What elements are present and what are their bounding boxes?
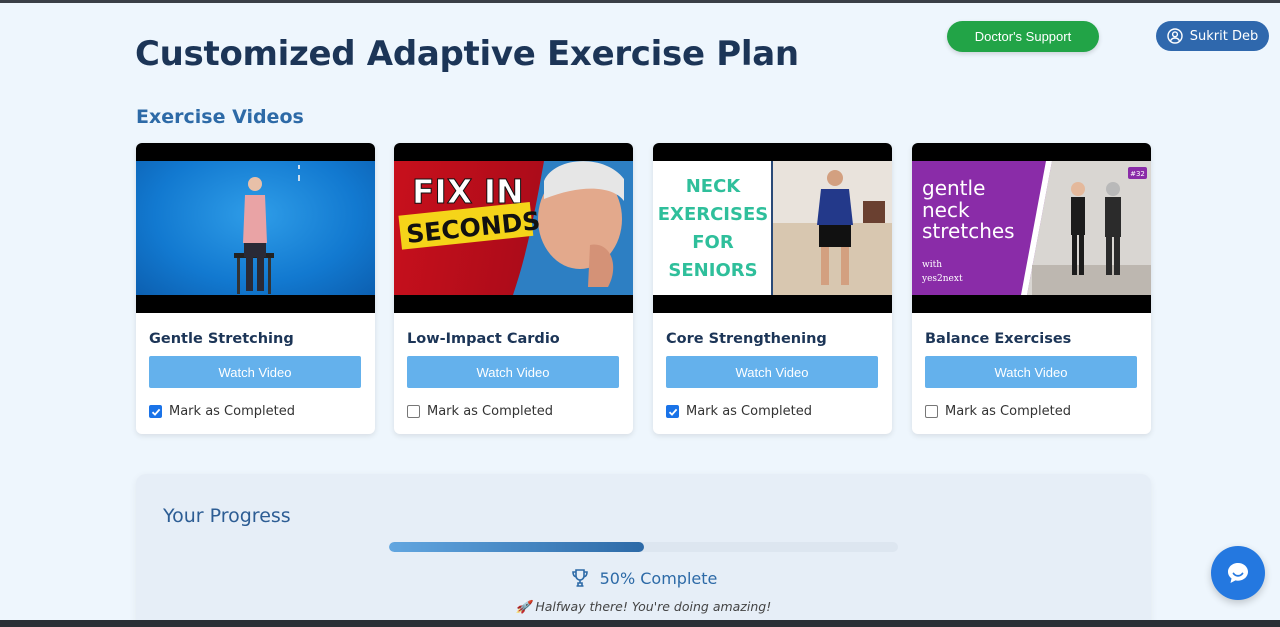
thumb-text-seconds: SECONDS: [405, 206, 542, 249]
svg-text:yes2next: yes2next: [921, 274, 963, 284]
video-thumbnail[interactable]: NECK EXERCISES FOR SENIORS: [653, 143, 892, 313]
svg-text:stretches: stretches: [922, 219, 1015, 243]
checkbox-checked-icon[interactable]: [666, 405, 679, 418]
svg-text:EXERCISES: EXERCISES: [658, 204, 768, 225]
user-name: Sukrit Deb: [1189, 28, 1259, 44]
video-thumbnail[interactable]: FIX IN SECONDS: [394, 143, 633, 313]
chat-bubble-icon: [1228, 563, 1248, 583]
video-thumbnail[interactable]: #32 gentle neck stretches with yes2next: [912, 143, 1151, 313]
svg-text:SENIORS: SENIORS: [668, 260, 757, 281]
doctor-support-button[interactable]: Doctor's Support: [947, 21, 1099, 52]
watch-video-button[interactable]: Watch Video: [407, 356, 619, 388]
checkbox-checked-icon[interactable]: [149, 405, 162, 418]
video-title: Gentle Stretching: [149, 331, 294, 347]
svg-text:FOR: FOR: [692, 232, 734, 253]
page-title: Customized Adaptive Exercise Plan: [135, 34, 799, 74]
video-title: Core Strengthening: [666, 331, 827, 347]
progress-bar-fill: [389, 542, 644, 552]
progress-message: 🚀 Halfway there! You're doing amazing!: [136, 599, 1151, 615]
progress-panel: Your Progress 50% Complete 🚀 Halfway the…: [136, 474, 1151, 627]
user-profile-button[interactable]: Sukrit Deb: [1156, 21, 1269, 51]
mark-completed-checkbox[interactable]: Mark as Completed: [149, 404, 295, 419]
trophy-icon: [571, 569, 588, 587]
video-card-balance-exercises: #32 gentle neck stretches with yes2next …: [912, 143, 1151, 434]
chat-button[interactable]: [1211, 546, 1265, 600]
mark-completed-label: Mark as Completed: [686, 404, 812, 419]
mark-completed-checkbox[interactable]: Mark as Completed: [925, 404, 1071, 419]
mark-completed-checkbox[interactable]: Mark as Completed: [407, 404, 553, 419]
mark-completed-checkbox[interactable]: Mark as Completed: [666, 404, 812, 419]
user-circle-icon: [1167, 28, 1183, 44]
rocket-icon: 🚀: [515, 599, 532, 614]
video-card-gentle-stretching: Gentle Stretching Watch Video Mark as Co…: [136, 143, 375, 434]
thumb-badge: #32: [1130, 170, 1145, 178]
svg-text:NECK: NECK: [686, 176, 742, 197]
progress-percent-row: 50% Complete: [136, 568, 1151, 588]
progress-bar: [389, 542, 898, 552]
exercise-videos-heading: Exercise Videos: [136, 106, 304, 128]
video-title: Low-Impact Cardio: [407, 331, 560, 347]
progress-title: Your Progress: [163, 505, 291, 527]
checkbox-unchecked-icon[interactable]: [407, 405, 420, 418]
svg-text:with: with: [922, 260, 942, 270]
progress-message-text: Halfway there! You're doing amazing!: [535, 599, 772, 614]
video-card-core-strengthening: NECK EXERCISES FOR SENIORS Core Strength…: [653, 143, 892, 434]
mark-completed-label: Mark as Completed: [169, 404, 295, 419]
video-thumbnail[interactable]: [136, 143, 375, 313]
mark-completed-label: Mark as Completed: [427, 404, 553, 419]
watch-video-button[interactable]: Watch Video: [666, 356, 878, 388]
window-top-bar: [0, 0, 1280, 3]
mark-completed-label: Mark as Completed: [945, 404, 1071, 419]
checkbox-unchecked-icon[interactable]: [925, 405, 938, 418]
progress-percent-label: 50% Complete: [599, 568, 718, 588]
svg-text:gentle: gentle: [922, 176, 985, 200]
video-card-low-impact-cardio: FIX IN SECONDS Low-Impact Cardio Watch V…: [394, 143, 633, 434]
watch-video-button[interactable]: Watch Video: [149, 356, 361, 388]
watch-video-button[interactable]: Watch Video: [925, 356, 1137, 388]
taskbar-strip: [0, 620, 1280, 627]
video-title: Balance Exercises: [925, 331, 1072, 347]
